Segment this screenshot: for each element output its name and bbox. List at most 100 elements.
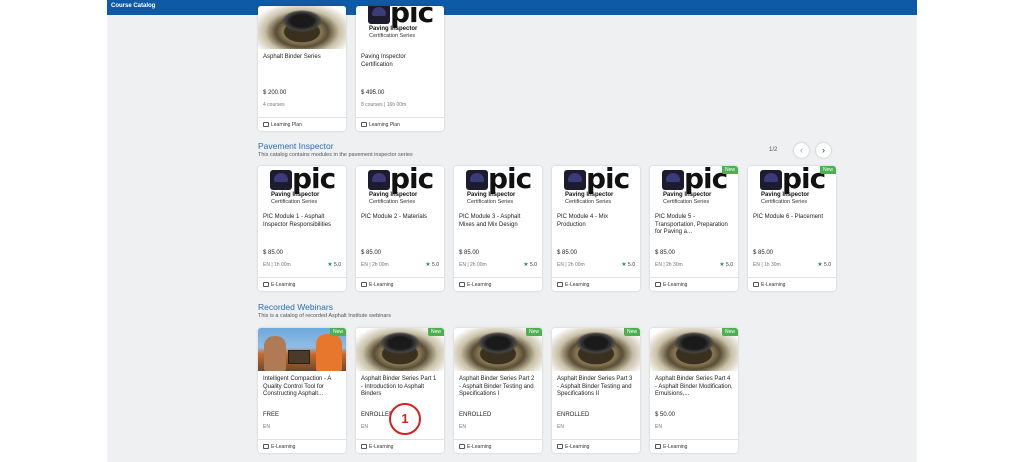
course-card[interactable]: pic Paving Inspector Certification Series N… bbox=[650, 166, 738, 291]
course-title[interactable]: PIC Module 5 - Transportation, Preparati… bbox=[655, 214, 733, 237]
course-rating: ★ 5.0 bbox=[719, 261, 733, 268]
course-title[interactable]: PIC Module 6 - Placement bbox=[753, 214, 831, 222]
course-title[interactable]: PIC Module 2 - Materials bbox=[361, 214, 439, 222]
course-card[interactable]: pic Paving Inspector Certification Series P… bbox=[552, 166, 640, 291]
course-type: E-Learning bbox=[467, 444, 492, 450]
course-meta: 8 courses | 16h 00m bbox=[361, 102, 407, 108]
e-learning-icon bbox=[263, 282, 269, 287]
course-price: $ 85.00 bbox=[459, 250, 480, 256]
card-footer: E-Learning bbox=[356, 277, 444, 291]
hardhat-icon bbox=[368, 6, 390, 24]
course-title[interactable]: Asphalt Binder Series Part 1 - Introduct… bbox=[361, 376, 439, 399]
section-description-pavement-inspector: This catalog contains modules in the pav… bbox=[258, 152, 413, 158]
course-meta: EN | 2h 00m bbox=[459, 262, 487, 268]
new-badge: New bbox=[623, 328, 640, 336]
e-learning-icon bbox=[263, 444, 269, 449]
e-learning-icon bbox=[459, 444, 465, 449]
course-card[interactable]: pic Paving Inspector Certification Series P… bbox=[454, 166, 542, 291]
star-icon: ★ bbox=[621, 262, 627, 268]
pic-logo-line2: Certification Series bbox=[761, 199, 808, 205]
carousel-next-button[interactable]: › bbox=[816, 143, 831, 158]
section-title-recorded-webinars: Recorded Webinars bbox=[258, 302, 333, 312]
e-learning-icon bbox=[361, 282, 367, 287]
course-card[interactable]: pic Paving Inspector Certification Series P… bbox=[258, 166, 346, 291]
course-meta: EN bbox=[263, 424, 270, 430]
course-rating: ★ 5.0 bbox=[327, 261, 341, 268]
course-title[interactable]: PIC Module 3 - Asphalt Mixes and Mix Des… bbox=[459, 214, 537, 229]
rating-value: 5.0 bbox=[334, 262, 341, 268]
course-rating: ★ 5.0 bbox=[817, 261, 831, 268]
carousel-pager: 1/2 bbox=[769, 147, 778, 153]
rating-value: 5.0 bbox=[530, 262, 537, 268]
e-learning-icon bbox=[557, 444, 563, 449]
pic-logo-thumbnail: pic Paving Inspector Certification Series bbox=[258, 166, 346, 209]
course-price: $ 85.00 bbox=[557, 250, 578, 256]
card-footer: E-Learning bbox=[258, 277, 346, 291]
pic-logo-line1: Paving Inspector bbox=[369, 26, 418, 32]
e-learning-icon bbox=[655, 444, 661, 449]
callout-marker: 1 bbox=[389, 403, 421, 435]
star-icon: ★ bbox=[523, 262, 529, 268]
course-meta: EN bbox=[459, 424, 466, 430]
course-card[interactable]: New Asphalt Binder Series Part 3 - Asphal… bbox=[552, 328, 640, 453]
course-card[interactable]: pic Paving Inspector Certification Series P… bbox=[356, 166, 444, 291]
section-description-recorded-webinars: This is a catalog of recorded Asphalt In… bbox=[258, 313, 391, 319]
star-icon: ★ bbox=[425, 262, 431, 268]
course-title[interactable]: Asphalt Binder Series Part 3 - Asphalt B… bbox=[557, 376, 635, 399]
rating-value: 5.0 bbox=[432, 262, 439, 268]
card-footer: E-Learning bbox=[650, 277, 738, 291]
pic-logo-line1: Paving Inspector bbox=[271, 192, 320, 198]
course-card[interactable]: New Asphalt Binder Series Part 2 - Asphal… bbox=[454, 328, 542, 453]
hardhat-icon bbox=[270, 170, 292, 190]
course-meta: EN bbox=[655, 424, 662, 430]
course-meta: EN | 1h 00m bbox=[263, 262, 291, 268]
carousel-prev-button[interactable]: ‹ bbox=[794, 143, 809, 158]
course-type: E-Learning bbox=[467, 282, 492, 288]
course-title[interactable]: Intelligent Compaction - A Quality Contr… bbox=[263, 376, 341, 399]
window-title-bar: Course Catalog bbox=[107, 0, 917, 15]
course-card-paving-inspector-certification[interactable]: pic Paving Inspector Certification Serie… bbox=[356, 6, 444, 131]
course-price: $ 85.00 bbox=[361, 250, 382, 256]
course-price: ENROLLED bbox=[459, 412, 492, 418]
card-footer: E-Learning bbox=[552, 277, 640, 291]
chevron-left-icon: ‹ bbox=[800, 145, 803, 155]
rating-value: 5.0 bbox=[726, 262, 733, 268]
pic-logo-thumbnail: pic Paving Inspector Certification Series bbox=[552, 166, 640, 209]
rating-value: 5.0 bbox=[824, 262, 831, 268]
course-price: $ 85.00 bbox=[655, 250, 676, 256]
star-icon: ★ bbox=[327, 262, 333, 268]
rating-value: 5.0 bbox=[628, 262, 635, 268]
pic-logo-line2: Certification Series bbox=[271, 199, 318, 205]
course-type: E-Learning bbox=[565, 282, 590, 288]
course-price: ENROLLED bbox=[557, 412, 590, 418]
star-icon: ★ bbox=[817, 262, 823, 268]
pic-logo-text: pic bbox=[782, 166, 826, 195]
e-learning-icon bbox=[753, 282, 759, 287]
learning-plan-icon bbox=[361, 122, 367, 127]
course-title[interactable]: Asphalt Binder Series bbox=[263, 54, 341, 62]
course-price: FREE bbox=[263, 412, 280, 418]
course-title[interactable]: PIC Module 4 - Mix Production bbox=[557, 214, 635, 229]
pic-logo-line1: Paving Inspector bbox=[565, 192, 614, 198]
course-rating: ★ 5.0 bbox=[523, 261, 537, 268]
course-title[interactable]: Paving Inspector Certification bbox=[361, 54, 439, 69]
new-badge: New bbox=[819, 166, 836, 174]
course-type: E-Learning bbox=[271, 282, 296, 288]
course-card-asphalt-binder-series[interactable]: Asphalt Binder Series $ 200.00 4 courses… bbox=[258, 6, 346, 131]
course-title[interactable]: Asphalt Binder Series Part 2 - Asphalt B… bbox=[459, 376, 537, 399]
course-title[interactable]: Asphalt Binder Series Part 4 - Asphalt B… bbox=[655, 376, 733, 399]
course-card[interactable]: pic Paving Inspector Certification Series N… bbox=[748, 166, 836, 291]
chevron-right-icon: › bbox=[822, 145, 825, 155]
course-type: E-Learning bbox=[369, 282, 394, 288]
binder-thumbnail bbox=[258, 6, 346, 49]
course-title[interactable]: PIC Module 1 - Asphalt Inspector Respons… bbox=[263, 214, 341, 229]
course-type: E-Learning bbox=[369, 444, 394, 450]
pic-logo-line1: Paving Inspector bbox=[369, 192, 418, 198]
course-type: E-Learning bbox=[663, 282, 688, 288]
course-card[interactable]: New Intelligent Compaction - A Quality Co… bbox=[258, 328, 346, 453]
pic-logo-thumbnail: pic Paving Inspector Certification Series bbox=[356, 166, 444, 209]
course-card[interactable]: New Asphalt Binder Series Part 4 - Asphal… bbox=[650, 328, 738, 453]
card-footer: Learning Plan bbox=[258, 117, 346, 131]
new-badge: New bbox=[721, 166, 738, 174]
pic-logo-line1: Paving Inspector bbox=[663, 192, 712, 198]
